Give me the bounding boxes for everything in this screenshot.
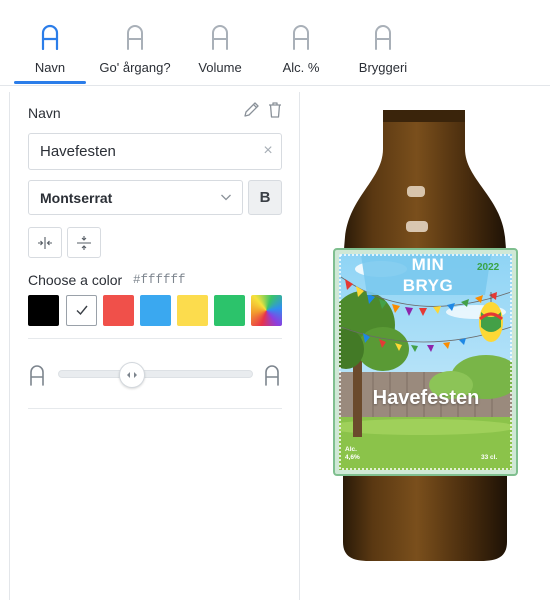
label-beer-name[interactable]: Havefesten bbox=[337, 387, 515, 410]
field-title: Navn bbox=[28, 105, 61, 121]
drag-arrows-icon bbox=[127, 372, 138, 378]
text-a-icon bbox=[127, 25, 143, 50]
divider bbox=[28, 338, 282, 339]
slider-handle[interactable] bbox=[119, 362, 146, 388]
divider bbox=[28, 408, 282, 409]
swatch-white[interactable] bbox=[66, 295, 97, 326]
bottle-neck-ring bbox=[383, 110, 465, 122]
label-year: 2022 bbox=[477, 262, 500, 273]
tab-volume[interactable]: Volume bbox=[190, 0, 250, 86]
color-hex-value: #ffffff bbox=[133, 273, 186, 287]
swatch-yellow[interactable] bbox=[177, 295, 208, 326]
line-height-button[interactable] bbox=[67, 227, 101, 258]
label-alcohol: Alc. 4,6% bbox=[345, 446, 360, 462]
text-a-icon bbox=[212, 25, 228, 50]
trash-icon[interactable] bbox=[266, 100, 284, 120]
font-select-value: Montserrat bbox=[40, 190, 113, 206]
tab-label: Navn bbox=[34, 60, 66, 75]
chevron-down-icon bbox=[221, 194, 231, 201]
tab-go-argang[interactable]: Go' årgang? bbox=[97, 0, 173, 86]
tab-label: Bryggeri bbox=[358, 60, 408, 75]
tab-bryggeri[interactable]: Bryggeri bbox=[353, 0, 413, 86]
letter-spacing-button[interactable] bbox=[28, 227, 62, 258]
text-size-slider[interactable] bbox=[58, 370, 253, 378]
check-icon bbox=[76, 305, 88, 316]
clear-icon[interactable]: × bbox=[260, 141, 276, 161]
text-a-icon bbox=[375, 25, 391, 50]
tab-navn[interactable]: Navn bbox=[14, 0, 86, 86]
large-text-size-icon bbox=[265, 365, 279, 386]
label-line-1: MIN bbox=[411, 255, 445, 274]
swatch-blue[interactable] bbox=[140, 295, 171, 326]
tab-label: Volume bbox=[198, 60, 242, 75]
swatch-green[interactable] bbox=[214, 295, 245, 326]
tab-label: Alc. % bbox=[282, 60, 320, 75]
color-label: Choose a color bbox=[28, 272, 123, 288]
text-a-icon bbox=[293, 25, 309, 50]
small-text-size-icon bbox=[30, 365, 44, 386]
letter-spacing-icon bbox=[38, 236, 52, 249]
swatch-multicolor[interactable] bbox=[251, 295, 282, 326]
font-select[interactable]: Montserrat bbox=[28, 180, 243, 215]
swatch-red[interactable] bbox=[103, 295, 134, 326]
text-a-icon bbox=[41, 24, 59, 50]
text-editor-panel: Navn × Montserrat B Choose a color #ffff… bbox=[9, 92, 300, 600]
swatch-black[interactable] bbox=[28, 295, 59, 326]
tab-alc[interactable]: Alc. % bbox=[276, 0, 326, 86]
beer-bottle-illustration bbox=[333, 110, 518, 561]
label-line-2: BRYG bbox=[402, 276, 454, 295]
bottle-preview: MIN BRYG 2022 Havefesten Alc. 4,6% 33 cl… bbox=[301, 87, 550, 600]
bold-button[interactable]: B bbox=[248, 180, 282, 215]
label-volume: 33 cl. bbox=[481, 454, 498, 461]
label-alcohol-value: 4,6% bbox=[345, 454, 360, 461]
label-alcohol-title: Alc. bbox=[345, 446, 357, 453]
pencil-icon[interactable] bbox=[242, 100, 260, 120]
name-text-input[interactable] bbox=[28, 133, 282, 170]
tab-label: Go' årgang? bbox=[99, 60, 171, 75]
line-height-icon bbox=[77, 235, 91, 250]
tab-bar: Navn Go' årgang? Volume Alc. % Bryggeri bbox=[0, 0, 550, 86]
active-tab-indicator bbox=[14, 81, 86, 84]
